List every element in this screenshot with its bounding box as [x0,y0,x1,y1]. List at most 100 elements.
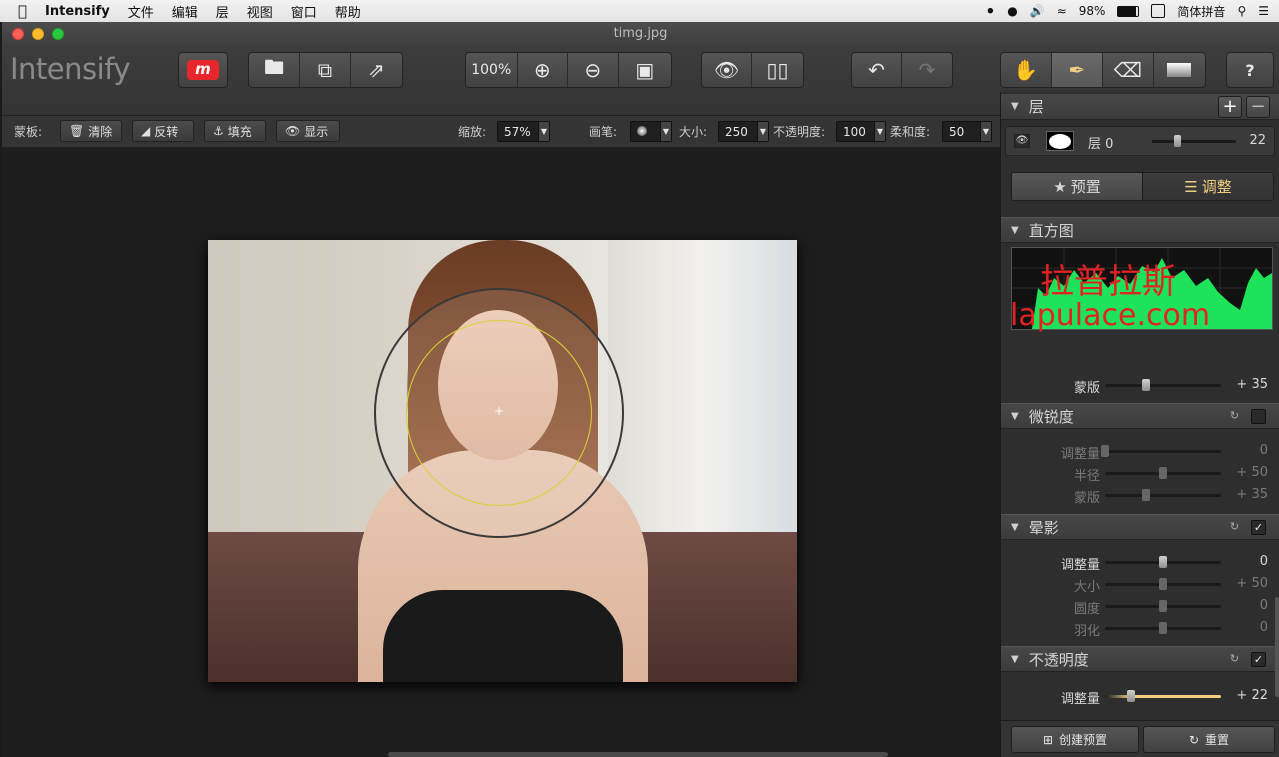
undo-button[interactable]: ↶ [852,53,903,87]
slider-knob[interactable] [1141,379,1150,391]
slider-knob[interactable] [1159,467,1167,479]
brush-tool-button[interactable]: ✒ [1051,53,1103,87]
menu-bar:  Intensify 文件 编辑 层 视图 窗口 帮助 ⚫ ● 🔊 ≈ 98%… [0,0,1279,22]
canvas-scrollbar[interactable] [388,752,888,757]
slider-knob[interactable] [1141,489,1150,501]
share-button[interactable]: ⇗ [351,53,402,87]
brush-select[interactable]: ▼ [630,121,672,142]
slider-vignette-roundness[interactable]: 圆度 0 [1001,595,1279,617]
histogram-header[interactable]: ▼ 直方图 [1001,217,1279,243]
layer-row[interactable]: 👁 层 0 22 [1005,126,1275,156]
size-select[interactable]: 250 ▼ [718,121,769,142]
layer-opacity-knob[interactable] [1174,135,1182,147]
softness-select[interactable]: 50 ▼ [942,121,992,142]
apple-icon[interactable]:  [0,2,36,20]
watermark-en: lapulace.com [1010,298,1211,333]
slider-knob[interactable] [1159,578,1167,590]
slider-sharpness-radius[interactable]: 半径 + 50 [1001,462,1279,484]
create-preset-button[interactable]: ⊞ 创建预置 [1011,726,1139,753]
macphun-button[interactable]: m [178,52,228,88]
slider-knob[interactable] [1159,600,1167,612]
fill-mask-button[interactable]: ⚓ 填充 [204,120,266,142]
ime-icon[interactable] [1151,4,1166,18]
help-button[interactable]: ? [1226,52,1274,88]
compare-button[interactable]: ▯▯ [752,53,803,87]
reset-section-icon[interactable]: ↻ [1227,520,1242,535]
menu-help[interactable]: 帮助 [326,2,370,21]
slider-vignette-amount[interactable]: 调整量 0 [1001,551,1279,573]
add-layer-button[interactable]: + [1218,96,1242,118]
softness-value: 50 [949,124,965,139]
show-mask-button[interactable]: 👁 显示 [276,120,340,142]
slider-knob[interactable] [1159,556,1167,568]
menu-layer[interactable]: 层 [207,2,238,21]
slider-track[interactable] [1105,384,1221,387]
list-icon[interactable]: ☰ [1258,4,1269,18]
slider-vignette-size[interactable]: 大小 + 50 [1001,573,1279,595]
zoom-in-button[interactable]: ⊕ [518,53,569,87]
panel-scrollbar[interactable] [1275,597,1279,697]
reset-button[interactable]: ↻ 重置 [1143,726,1275,753]
slider-track[interactable] [1105,695,1221,698]
clear-mask-button[interactable]: 🗑 清除 [60,120,122,142]
slider-knob[interactable] [1101,445,1109,457]
sharpness-header[interactable]: ▼ 微锐度 ↻ [1001,403,1279,429]
volume-icon[interactable]: 🔊 [1030,4,1045,18]
zoom-100-button[interactable]: 100% [466,53,518,87]
wifi-icon[interactable]: ≈ [1057,4,1067,18]
reset-section-icon[interactable]: ↻ [1227,409,1242,424]
tab-presets[interactable]: ★ 预置 [1012,173,1143,200]
qq-icon[interactable]: ● [1007,4,1017,18]
opacity-select[interactable]: 100 ▼ [836,121,886,142]
folder-icon: 🖿 [264,55,285,79]
remove-layer-button[interactable]: − [1246,96,1270,118]
fit-button[interactable]: ▣ [619,53,671,87]
image-canvas[interactable]: + [2,148,1000,757]
photo[interactable]: + [208,240,797,682]
layers-header[interactable]: ▼ 层 + − [1001,94,1279,120]
menu-app[interactable]: Intensify [36,4,119,19]
tab-adjust[interactable]: ☰ 调整 [1143,173,1273,200]
creative-cloud-icon[interactable]: ⚫ [985,4,995,18]
opacity-header[interactable]: ▼ 不透明度 ↻ ✓ [1001,646,1279,672]
battery-icon[interactable] [1117,5,1140,17]
slider-track[interactable] [1105,450,1221,453]
eraser-tool-button[interactable]: ⌫ [1103,53,1154,87]
slider-knob[interactable] [1159,622,1167,634]
menu-view[interactable]: 视图 [238,2,282,21]
preview-button[interactable]: 👁 [702,53,753,87]
slider-sharpness-amount[interactable]: 调整量 0 [1001,440,1279,462]
slider-mask[interactable]: 蒙版 + 35 [1001,374,1279,396]
close-button[interactable] [12,28,24,40]
hand-tool-button[interactable]: ✋ [1001,53,1052,87]
vignette-header[interactable]: ▼ 晕影 ↻ ✓ [1001,514,1279,540]
menu-file[interactable]: 文件 [119,2,163,21]
zoom-select[interactable]: 57% ▼ [497,121,550,142]
vignette-enable-checkbox[interactable]: ✓ [1251,520,1266,535]
layer-mask-thumbnail[interactable] [1046,131,1074,151]
reset-section-icon[interactable]: ↻ [1227,652,1242,667]
layer-name[interactable]: 层 0 [1088,133,1113,152]
gradient-tool-button[interactable] [1154,53,1205,87]
slider-sharpness-mask[interactable]: 蒙版 + 35 [1001,484,1279,506]
slider-vignette-feather[interactable]: 羽化 0 [1001,617,1279,639]
zoom-button[interactable] [52,28,64,40]
triangle-down-icon: ▼ [1011,521,1019,533]
slider-opacity-amount[interactable]: 调整量 + 22 [1001,685,1279,707]
layer-opacity-track[interactable] [1152,140,1236,143]
layer-visibility-icon[interactable]: 👁 [1014,134,1030,148]
minimize-button[interactable] [32,28,44,40]
sharpness-enable-checkbox[interactable] [1251,409,1266,424]
batch-button[interactable]: ⧉ [300,53,351,87]
menu-edit[interactable]: 编辑 [163,2,207,21]
redo-button[interactable]: ↷ [902,53,952,87]
ime-label[interactable]: 简体拼音 [1177,3,1225,20]
slider-track[interactable] [1105,494,1221,497]
opacity-enable-checkbox[interactable]: ✓ [1251,652,1266,667]
search-icon[interactable]: ⚲ [1237,4,1246,18]
zoom-out-button[interactable]: ⊖ [568,53,619,87]
invert-mask-button[interactable]: ◢ 反转 [132,120,194,142]
slider-knob[interactable] [1126,690,1135,702]
menu-window[interactable]: 窗口 [282,2,326,21]
open-button[interactable]: 🖿 [249,53,301,87]
